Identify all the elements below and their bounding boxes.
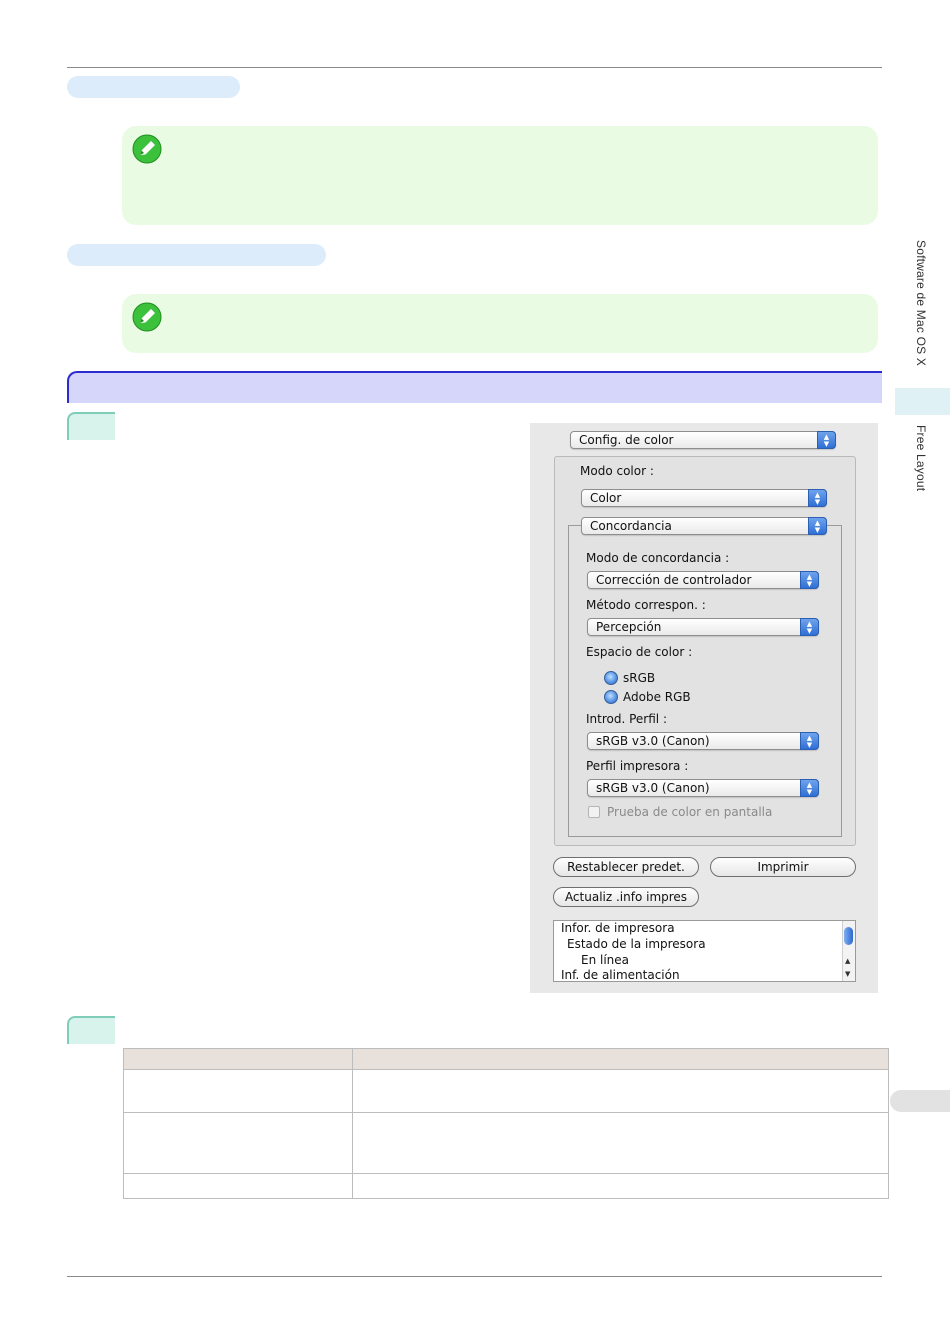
subheading-pill-2 (67, 244, 326, 266)
color-space-label: Espacio de color : (586, 645, 693, 659)
note-pencil-icon (132, 134, 162, 164)
radio-adobe-rgb-label: Adobe RGB (623, 690, 691, 704)
updown-arrows-icon: ▲ ▼ (817, 431, 836, 449)
settings-table (123, 1048, 889, 1199)
color-mode-popup[interactable]: Color ▲ ▼ (581, 489, 827, 507)
update-info-button[interactable]: Actualiz .info impres (553, 887, 699, 907)
side-page-tab (890, 1090, 950, 1112)
softproof-checkbox[interactable] (588, 806, 600, 818)
input-profile-popup[interactable]: sRGB v3.0 (Canon) ▲ ▼ (587, 732, 819, 750)
input-profile-value: sRGB v3.0 (Canon) (596, 734, 710, 748)
info-line: Infor. de impresora (561, 921, 675, 935)
table-row (123, 1112, 889, 1174)
printer-info-list[interactable]: Infor. de impresora Estado de la impreso… (553, 920, 856, 982)
table-header-cell (352, 1048, 889, 1070)
matching-popup-label: Concordancia (590, 519, 672, 533)
updown-arrows-icon: ▲ ▼ (800, 732, 819, 750)
updown-arrows-icon: ▲ ▼ (800, 571, 819, 589)
table-cell (123, 1069, 353, 1113)
matching-mode-value: Corrección de controlador (596, 573, 752, 587)
input-profile-label: Introd. Perfil : (586, 712, 667, 726)
updown-arrows-icon: ▲ ▼ (800, 618, 819, 636)
table-header-cell (123, 1048, 353, 1070)
note-box-1 (122, 126, 878, 225)
panel-popup-label: Config. de color (579, 433, 674, 447)
side-title-software: Software de Mac OS X (914, 240, 928, 367)
side-tab-active (895, 388, 950, 415)
updown-arrows-icon: ▲ ▼ (808, 517, 827, 535)
matching-method-label: Método correspon. : (586, 598, 706, 612)
info-line: En línea (581, 953, 630, 967)
radio-srgb[interactable] (604, 671, 618, 685)
step-tab-1 (67, 412, 115, 440)
info-line: Estado de la impresora (567, 937, 706, 951)
reset-defaults-button[interactable]: Restablecer predet. (553, 857, 699, 877)
info-line: Inf. de alimentación (561, 968, 680, 982)
side-section-free-layout: Free Layout (914, 425, 928, 492)
matching-method-popup[interactable]: Percepción ▲ ▼ (587, 618, 819, 636)
matching-mode-popup[interactable]: Corrección de controlador ▲ ▼ (587, 571, 819, 589)
printer-profile-label: Perfil impresora : (586, 759, 689, 773)
table-cell (123, 1173, 353, 1199)
table-row (123, 1173, 889, 1199)
table-cell (352, 1069, 889, 1113)
radio-srgb-label: sRGB (623, 671, 656, 685)
printer-profile-value: sRGB v3.0 (Canon) (596, 781, 710, 795)
table-cell (352, 1112, 889, 1174)
table-row (123, 1069, 889, 1113)
note-box-2 (122, 294, 878, 353)
updown-arrows-icon: ▲ ▼ (808, 489, 827, 507)
softproof-label: Prueba de color en pantalla (607, 805, 773, 819)
header-rule (67, 67, 882, 68)
scroll-up-arrow-icon[interactable]: ▲ (845, 957, 850, 965)
print-button[interactable]: Imprimir (710, 857, 856, 877)
updown-arrows-icon: ▲ ▼ (800, 779, 819, 797)
section-heading-bar (67, 371, 882, 403)
scroll-down-arrow-icon[interactable]: ▼ (845, 970, 850, 978)
panel-popup[interactable]: Config. de color ▲ ▼ (570, 431, 836, 449)
matching-mode-label: Modo de concordancia : (586, 551, 730, 565)
table-cell (123, 1112, 353, 1174)
color-mode-value: Color (590, 491, 622, 505)
info-scrollbar[interactable]: ▲ ▼ (842, 921, 855, 981)
color-settings-dialog: Config. de color ▲ ▼ Modo color : Color ▲… (530, 423, 878, 993)
color-mode-label: Modo color : (580, 464, 654, 478)
subheading-pill-1 (67, 76, 240, 98)
matching-popup[interactable]: Concordancia ▲ ▼ (581, 517, 827, 535)
note-pencil-icon (132, 302, 162, 332)
scroll-thumb[interactable] (844, 927, 853, 945)
printer-profile-popup[interactable]: sRGB v3.0 (Canon) ▲ ▼ (587, 779, 819, 797)
step-tab-2 (67, 1016, 115, 1044)
table-header-row (123, 1048, 889, 1070)
footer-rule (67, 1276, 882, 1277)
matching-method-value: Percepción (596, 620, 662, 634)
radio-adobe-rgb[interactable] (604, 690, 618, 704)
table-cell (352, 1173, 889, 1199)
